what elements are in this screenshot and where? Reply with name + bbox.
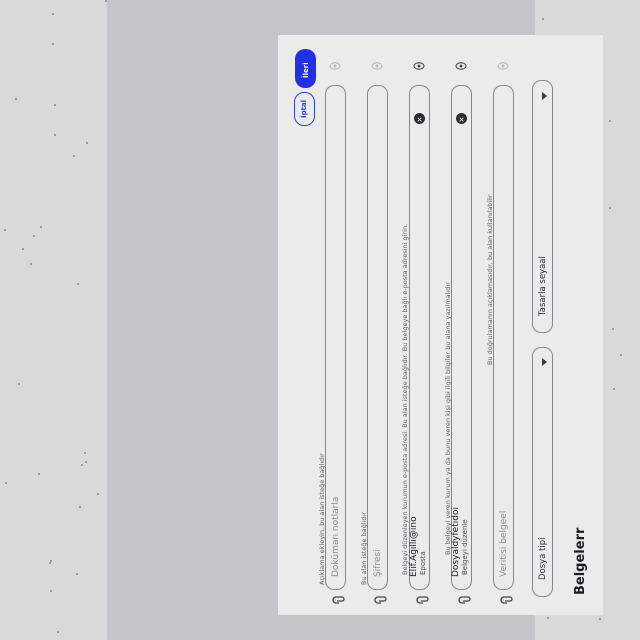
next-button[interactable]: İleri [295,49,316,88]
eye-icon[interactable] [455,62,467,75]
issuing-authority-value: Dosyaldyfetıdoi [451,507,461,577]
backdrop-speckle [57,631,59,633]
eye-icon[interactable] [413,62,425,75]
backdrop-speckle [4,229,6,231]
cancel-button-label: İptal [300,99,308,118]
backdrop-speckle [52,43,54,45]
eye-icon[interactable] [497,62,509,75]
dropdown-arrow-icon [542,358,547,366]
backdrop-speckle [76,573,78,575]
email-field[interactable]: Eposta Elif.Ağıllı@ino [409,85,430,590]
backdrop-speckle [542,18,544,20]
backdrop-speckle [54,104,56,106]
backdrop-speckle [54,134,56,136]
clear-icon[interactable]: ✕ [456,113,467,124]
design-select-label: Tasarla seyaal [538,256,548,316]
backdrop-speckle [49,562,51,564]
backdrop-speckle [22,248,24,250]
design-select[interactable]: Tasarla seyaal [532,80,553,333]
paperclip-icon[interactable] [332,588,346,607]
backdrop-speckle [81,464,83,466]
dialog-title: Belgelerr [573,527,588,595]
backdrop-speckle [40,226,42,228]
password-field[interactable]: Şifresi [367,85,388,590]
backdrop-speckle [38,473,40,475]
issuing-authority-helper: Bu belgeyi veren kurum ya da bunu veren … [444,282,452,555]
paperclip-icon[interactable] [458,588,472,607]
backdrop-speckle [620,354,622,356]
dropdown-arrow-icon [542,92,547,100]
backdrop-speckle [85,461,87,463]
backdrop-speckle [5,482,7,484]
backdrop-speckle [86,142,88,144]
backdrop-speckle [547,617,549,619]
backdrop-speckle [33,235,35,237]
paperclip-icon[interactable] [500,588,514,607]
paperclip-icon[interactable] [374,588,388,607]
document-dialog: Belgelerr Dosya tipi Tasarla seyaal Veri… [278,35,603,615]
next-button-label: İleri [302,62,310,78]
eye-icon[interactable] [329,62,341,75]
document-label-placeholder: Veritisi belgeel [499,510,509,577]
cancel-button[interactable]: İptal [294,92,315,126]
document-type-select-label: Dosya tipi [538,537,548,580]
email-helper: Belgeyi düzenleyen kurumun e-posta adres… [401,223,409,575]
backdrop-speckle [599,618,601,620]
backdrop-speckle [18,383,20,385]
clear-icon[interactable]: ✕ [414,113,425,124]
device-frame: Belgelerr Dosya tipi Tasarla seyaal Veri… [107,0,603,640]
description-placeholder: Doküman notlarla [331,496,341,577]
email-label: Eposta [419,549,427,577]
document-label-helper: Bu doğrulamanın açıklamasıdır, bu alan k… [486,194,494,365]
backdrop-speckle [612,328,614,330]
backdrop-speckle [52,13,54,15]
issuing-authority-label: Belgeyi düzenle [461,517,469,577]
backdrop-speckle [15,98,17,100]
backdrop-speckle [73,155,75,157]
document-label-field[interactable]: Veritisi belgeel [493,85,514,590]
password-placeholder: Şifresi [373,549,383,577]
backdrop-speckle [30,263,32,265]
backdrop-speckle [613,388,615,390]
dialog-content: Belgelerr Dosya tipi Tasarla seyaal Veri… [278,35,603,615]
document-type-select[interactable]: Dosya tipi [532,347,553,597]
backdrop-speckle [609,120,611,122]
eye-icon[interactable] [371,62,383,75]
backdrop-speckle [609,207,611,209]
password-helper: Bu alan isteğe bağlıdır [360,512,368,585]
email-value: Elif.Ağıllı@ino [409,516,419,577]
backdrop-speckle [77,283,79,285]
issuing-authority-field[interactable]: Belgeyi düzenle Dosyaldyfetıdoi [451,85,472,590]
backdrop-speckle [84,452,86,454]
backdrop-speckle [79,506,81,508]
paperclip-icon[interactable] [416,588,430,607]
backdrop-speckle [97,493,99,495]
backdrop-speckle [50,590,52,592]
description-helper: Açıklama ekleyin, bu alan isteğe bağlıdı… [318,453,326,585]
description-field[interactable]: Doküman notlarla [325,85,346,590]
